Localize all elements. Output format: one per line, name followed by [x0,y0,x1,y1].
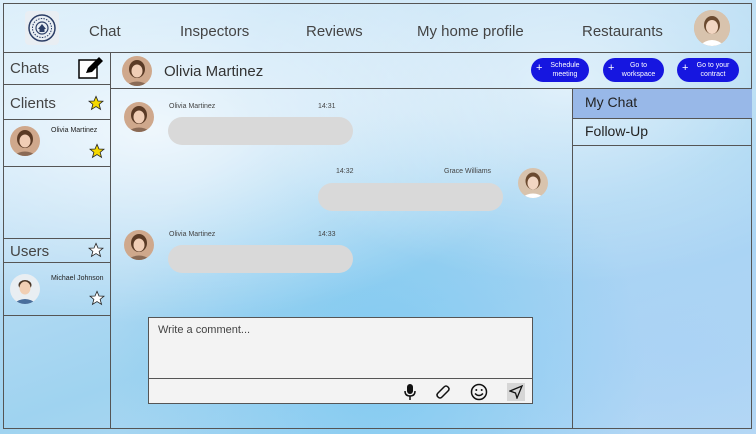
message-bubble[interactable] [318,183,503,211]
plus-icon: + [608,62,615,74]
message-bubble[interactable] [168,245,353,273]
client-list-item[interactable]: Olivia Martinez [3,120,111,167]
nav-inspectors[interactable]: Inspectors [180,23,249,40]
message-avatar [124,102,154,132]
new-chat-icon[interactable] [78,56,104,80]
star-outline-icon[interactable] [88,242,104,258]
avatar-man-icon [10,274,40,304]
chat-header: Olivia Martinez + Schedule meeting + Go … [111,53,752,89]
plus-icon: + [536,62,543,74]
microphone-icon[interactable] [401,383,419,401]
message-time: 14:32 [336,168,354,175]
paperclip-icon[interactable] [434,383,452,401]
message-sender: Olivia Martinez [169,231,216,238]
message-bubble[interactable] [168,117,353,145]
chats-section-header: Chats [3,53,111,85]
schedule-meeting-button[interactable]: + Schedule meeting [531,58,589,82]
comment-composer [148,317,533,404]
users-title: Users [10,243,50,260]
avatar-woman-icon [122,56,152,86]
message-avatar [518,168,548,198]
app-logo[interactable] [25,11,59,45]
user-name: Michael Johnson [51,275,104,282]
go-to-workspace-button[interactable]: + Go to workspace [603,58,664,82]
nav-my-home-profile[interactable]: My home profile [417,23,524,40]
client-avatar [10,126,40,156]
tab-my-chat[interactable]: My Chat [573,89,752,119]
message-sender: Olivia Martinez [169,103,216,110]
plus-icon: + [682,62,689,74]
left-sidebar: Chats Clients Olivia Martinez Users Mich… [3,53,111,429]
message-time: 14:33 [318,231,336,238]
message-avatar [124,230,154,260]
avatar-woman-icon [10,126,40,156]
user-avatar[interactable] [694,10,730,46]
chats-title: Chats [10,60,50,77]
star-icon[interactable] [89,143,105,159]
go-to-contract-button[interactable]: + Go to your contract [677,58,739,82]
user-list-item[interactable]: Michael Johnson [3,263,111,316]
avatar-woman-icon [694,10,730,46]
clients-section-header: Clients [3,88,111,120]
nav-restaurants[interactable]: Restaurants [582,23,663,40]
tab-follow-up[interactable]: Follow-Up [573,119,752,146]
message-time: 14:31 [318,103,336,110]
logo-icon [28,14,56,42]
nav-chat[interactable]: Chat [89,23,121,40]
nav-reviews[interactable]: Reviews [306,23,363,40]
comment-input[interactable] [149,318,532,379]
contact-name: Olivia Martinez [164,63,264,80]
clients-title: Clients [10,95,56,112]
send-icon[interactable] [507,383,525,401]
contact-avatar[interactable] [122,56,152,86]
avatar-woman-icon [518,168,548,198]
emoji-icon[interactable] [470,383,488,401]
users-section-header: Users [3,238,111,263]
right-panel: My Chat Follow-Up [572,89,752,429]
client-name: Olivia Martinez [51,127,98,134]
avatar-woman-icon [124,102,154,132]
message-sender: Grace Williams [444,168,492,175]
star-outline-icon[interactable] [89,290,105,306]
top-nav: Chat Inspectors Reviews My home profile … [3,3,752,53]
avatar-woman-icon [124,230,154,260]
user-list-avatar [10,274,40,304]
star-icon[interactable] [88,95,104,111]
